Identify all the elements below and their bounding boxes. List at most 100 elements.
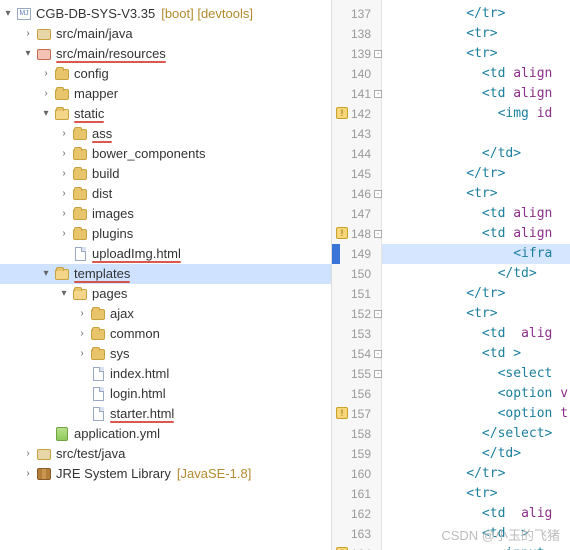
chevron-right-icon[interactable]: › [76, 324, 88, 344]
tree-item-src-main-java[interactable]: ›src/main/java [0, 24, 331, 44]
code-line[interactable]: <tr> [382, 304, 570, 324]
code-line[interactable]: <tr> [382, 484, 570, 504]
chevron-down-icon[interactable]: ▾ [22, 44, 34, 64]
chevron-down-icon[interactable]: ▾ [40, 264, 52, 284]
code-line[interactable]: <td align [382, 64, 570, 84]
code-line[interactable]: </tr> [382, 164, 570, 184]
project-explorer[interactable]: ▾ MJ CGB-DB-SYS-V3.35 [boot] [devtools] … [0, 0, 332, 550]
gutter-line[interactable]: 163 [332, 524, 381, 544]
chevron-right-icon[interactable]: › [58, 144, 70, 164]
tree-item-dist[interactable]: ›dist [0, 184, 331, 204]
tree-item-bower_components[interactable]: ›bower_components [0, 144, 331, 164]
tree-item-common[interactable]: ›common [0, 324, 331, 344]
chevron-down-icon[interactable]: ▾ [58, 284, 70, 304]
chevron-right-icon[interactable]: › [40, 84, 52, 104]
tree-item-src-test-java[interactable]: ›src/test/java [0, 444, 331, 464]
tree-item-ajax[interactable]: ›ajax [0, 304, 331, 324]
chevron-right-icon[interactable]: › [58, 204, 70, 224]
gutter-line[interactable]: 161 [332, 484, 381, 504]
code-line[interactable]: <select [382, 364, 570, 384]
code-line[interactable]: <td alig [382, 504, 570, 524]
line-gutter[interactable]: 137138139-140141-142!143144145146-147148… [332, 0, 382, 550]
chevron-down-icon[interactable]: ▾ [40, 104, 52, 124]
gutter-line[interactable]: 160 [332, 464, 381, 484]
gutter-line[interactable]: 154- [332, 344, 381, 364]
fold-icon[interactable]: - [374, 370, 382, 378]
tree-item-index-html[interactable]: index.html [0, 364, 331, 384]
gutter-line[interactable]: 146- [332, 184, 381, 204]
gutter-line[interactable]: 150 [332, 264, 381, 284]
chevron-right-icon[interactable]: › [58, 164, 70, 184]
tree-item-login-html[interactable]: login.html [0, 384, 331, 404]
warning-icon[interactable]: ! [336, 227, 348, 239]
warning-icon[interactable]: ! [336, 107, 348, 119]
fold-icon[interactable]: - [374, 310, 382, 318]
gutter-line[interactable]: 152- [332, 304, 381, 324]
tree-item-application-yml[interactable]: application.yml [0, 424, 331, 444]
tree-item-images[interactable]: ›images [0, 204, 331, 224]
gutter-line[interactable]: 151 [332, 284, 381, 304]
chevron-right-icon[interactable]: › [76, 344, 88, 364]
gutter-line[interactable]: 162 [332, 504, 381, 524]
code-line[interactable]: <tr> [382, 24, 570, 44]
gutter-line[interactable]: 153 [332, 324, 381, 344]
chevron-right-icon[interactable]: › [22, 24, 34, 44]
code-line[interactable]: <td > [382, 344, 570, 364]
tree-item-starter-html[interactable]: starter.html [0, 404, 331, 424]
tree-item-sys[interactable]: ›sys [0, 344, 331, 364]
tree-item-ass[interactable]: ›ass [0, 124, 331, 144]
fold-icon[interactable]: - [374, 190, 382, 198]
tree-item-JRE System Library[interactable]: ›JRE System Library[JavaSE-1.8] [0, 464, 331, 484]
tree-item-static[interactable]: ▾static [0, 104, 331, 124]
gutter-line[interactable]: 145 [332, 164, 381, 184]
code-line[interactable]: <td align [382, 204, 570, 224]
gutter-line[interactable]: 159 [332, 444, 381, 464]
tree-item-config[interactable]: ›config [0, 64, 331, 84]
fold-icon[interactable]: - [374, 350, 382, 358]
code-line[interactable]: <option t [382, 404, 570, 424]
gutter-line[interactable]: 138 [332, 24, 381, 44]
code-line[interactable]: <option v [382, 384, 570, 404]
gutter-line[interactable]: 143 [332, 124, 381, 144]
code-line[interactable]: </tr> [382, 284, 570, 304]
code-area[interactable]: </tr> <tr> <tr> <td align <td align <img… [382, 0, 570, 550]
code-line[interactable] [382, 124, 570, 144]
tree-item-templates[interactable]: ▾templates [0, 264, 331, 284]
tree-item-build[interactable]: ›build [0, 164, 331, 184]
code-line[interactable]: <td align [382, 224, 570, 244]
gutter-line[interactable]: 164! [332, 544, 381, 550]
fold-icon[interactable]: - [374, 230, 382, 238]
code-line[interactable]: <td alig [382, 324, 570, 344]
chevron-down-icon[interactable]: ▾ [2, 4, 14, 24]
code-line[interactable]: </tr> [382, 464, 570, 484]
code-line[interactable]: </td> [382, 144, 570, 164]
code-line[interactable]: <tr> [382, 44, 570, 64]
gutter-line[interactable]: 140 [332, 64, 381, 84]
tree-item-uploadImg-html[interactable]: uploadImg.html [0, 244, 331, 264]
chevron-right-icon[interactable]: › [22, 444, 34, 464]
gutter-line[interactable]: 139- [332, 44, 381, 64]
gutter-line[interactable]: 155- [332, 364, 381, 384]
chevron-right-icon[interactable]: › [22, 464, 34, 484]
code-editor[interactable]: 137138139-140141-142!143144145146-147148… [332, 0, 570, 550]
gutter-line[interactable]: 137 [332, 4, 381, 24]
gutter-line[interactable]: 147 [332, 204, 381, 224]
fold-icon[interactable]: - [374, 90, 382, 98]
gutter-line[interactable]: 157! [332, 404, 381, 424]
warning-icon[interactable]: ! [336, 407, 348, 419]
project-root[interactable]: ▾ MJ CGB-DB-SYS-V3.35 [boot] [devtools] [0, 4, 331, 24]
chevron-right-icon[interactable]: › [58, 224, 70, 244]
chevron-right-icon[interactable]: › [76, 304, 88, 324]
gutter-line[interactable]: 156 [332, 384, 381, 404]
tree-item-pages[interactable]: ▾pages [0, 284, 331, 304]
gutter-line[interactable]: 141- [332, 84, 381, 104]
chevron-right-icon[interactable]: › [58, 124, 70, 144]
code-line[interactable]: <input [382, 544, 570, 550]
code-line[interactable]: <td align [382, 84, 570, 104]
code-line[interactable]: </td> [382, 264, 570, 284]
code-line[interactable]: <td > [382, 524, 570, 544]
chevron-right-icon[interactable]: › [58, 184, 70, 204]
gutter-line[interactable]: 158 [332, 424, 381, 444]
tree-item-plugins[interactable]: ›plugins [0, 224, 331, 244]
code-line[interactable]: </td> [382, 444, 570, 464]
